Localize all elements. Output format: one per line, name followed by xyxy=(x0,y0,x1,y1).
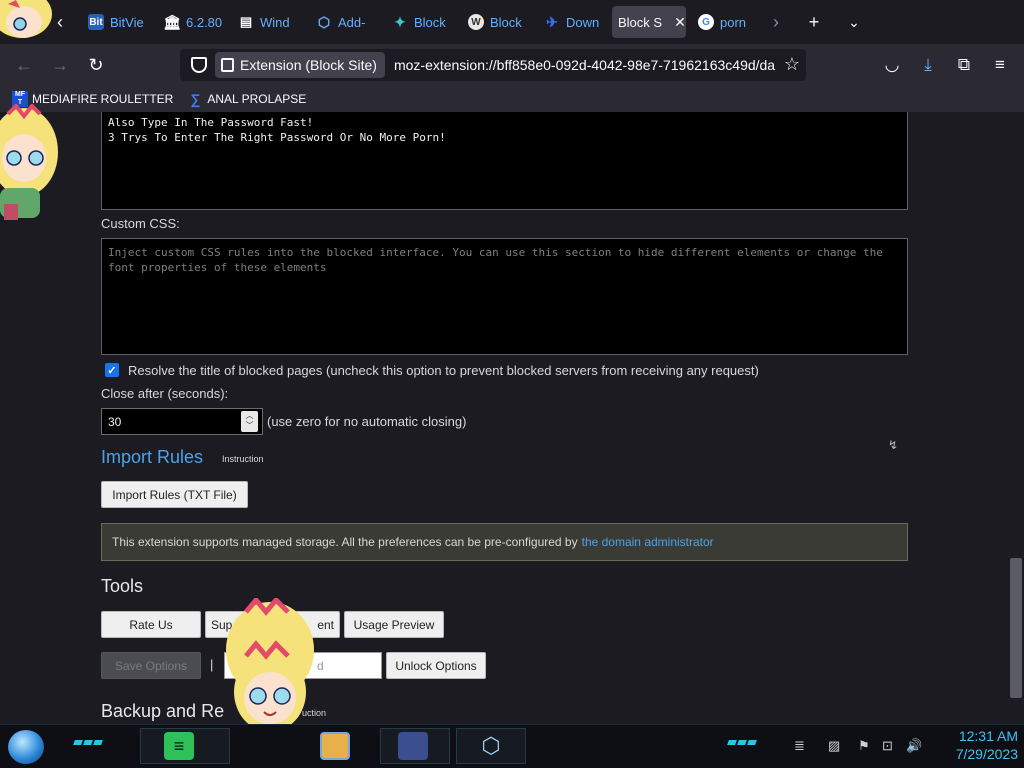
navigation-toolbar: ← → ↻ Extension (Block Site) moz-extensi… xyxy=(0,44,1024,86)
sigma-icon: ∑ xyxy=(190,91,201,107)
managed-storage-notice: This extension supports managed storage.… xyxy=(101,523,908,561)
tray-menu-icon[interactable]: ≣ xyxy=(794,738,805,754)
window-icon: ▤ xyxy=(239,14,253,29)
reload-icon[interactable]: ↻ xyxy=(84,53,108,77)
import-instruction-link[interactable]: Instruction xyxy=(222,454,264,464)
bank-icon: 🏛 xyxy=(163,13,181,30)
close-icon[interactable]: ✕ xyxy=(674,14,686,31)
extension-icon xyxy=(221,58,234,72)
custom-css-label: Custom CSS: xyxy=(101,216,180,231)
extensions-puzzle-icon[interactable]: ⧉ xyxy=(952,53,976,77)
tab-strip: ‹ Bit BitVie 🏛 6.2.80 ▤ Wind ⬡ Add- ✦ Bl… xyxy=(0,0,1024,44)
tab-label: BitVie xyxy=(110,14,144,30)
bitview-icon: Bit xyxy=(88,14,104,30)
bookmark-label: ANAL PROLAPSE xyxy=(207,92,307,106)
tab-label: 6.2.80 xyxy=(186,14,223,30)
pocket-icon[interactable]: ◡ xyxy=(880,53,904,77)
tab-label: Add- xyxy=(338,14,366,30)
tab-block-site-active[interactable]: Block S ✕ xyxy=(612,6,686,38)
custom-css-textarea[interactable]: Inject custom CSS rules into the blocked… xyxy=(101,238,908,355)
character-sticker-top-left xyxy=(0,0,52,38)
cursor-icon: ↯ xyxy=(888,438,899,452)
save-options-button[interactable]: Save Options xyxy=(101,652,201,679)
resolve-title-checkbox[interactable]: ✓ xyxy=(105,363,119,377)
bookmarks-toolbar: MF T MEDIAFIRE ROULETTER ∑ ANAL PROLAPSE xyxy=(0,86,1024,112)
tab-windows[interactable]: ▤ Wind xyxy=(232,6,296,38)
character-sticker-left xyxy=(0,104,58,220)
tab-addons[interactable]: ⬡ Add- xyxy=(310,6,372,38)
tools-heading: Tools xyxy=(101,576,144,596)
resolve-title-label: Resolve the title of blocked pages (unch… xyxy=(128,363,759,378)
spotify-app-icon[interactable]: ≡ xyxy=(164,732,194,760)
virtualbox-cube-icon[interactable]: ⬡ xyxy=(476,732,506,760)
forward-arrow-icon[interactable]: → xyxy=(48,53,72,77)
close-after-label: Close after (seconds): xyxy=(101,386,229,401)
backup-restore-heading: Backup and Re xyxy=(101,701,225,721)
rate-us-button[interactable]: Rate Us xyxy=(101,611,201,638)
tab-label: Block xyxy=(414,14,446,30)
taskbar-clock[interactable]: 12:31 AM 7/29/2023 xyxy=(928,727,1018,763)
extension-pill-label: Extension (Block Site) xyxy=(240,57,377,73)
tab-block-2[interactable]: W Block xyxy=(462,6,526,38)
import-rules-heading: Import Rules xyxy=(101,447,204,467)
tab-bitview[interactable]: Bit BitVie xyxy=(82,6,146,38)
wikipedia-icon: W xyxy=(468,14,484,30)
tab-label: Wind xyxy=(260,14,290,30)
url-bar[interactable]: Extension (Block Site) moz-extension://b… xyxy=(180,49,806,81)
hamburger-menu-icon[interactable]: ≡ xyxy=(988,53,1012,77)
domain-administrator-link[interactable]: the domain administrator xyxy=(582,535,714,549)
chevron-right-icon[interactable]: › xyxy=(764,10,788,34)
google-icon: G xyxy=(698,14,714,30)
taskbar-deco-right xyxy=(727,740,757,745)
notice-text: This extension supports managed storage.… xyxy=(112,535,578,549)
block-message-textarea[interactable]: Also Type In The Password Fast! 3 Trys T… xyxy=(101,112,908,210)
tab-list-chevron-down-icon[interactable]: ⌄ xyxy=(842,10,866,34)
unlock-options-button[interactable]: Unlock Options xyxy=(386,652,486,679)
taskbar-deco-left xyxy=(73,740,103,745)
close-after-number-input[interactable]: 30 ︿ ﹀ xyxy=(101,408,263,435)
download-icon[interactable]: ⤓ xyxy=(916,53,940,77)
scrollbar-thumb[interactable] xyxy=(1010,558,1022,698)
tab-label: porn xyxy=(720,14,747,30)
tray-network-icon[interactable]: ⊡ xyxy=(882,738,893,754)
file-explorer-icon[interactable] xyxy=(320,732,350,760)
separator: | xyxy=(210,657,214,672)
usage-preview-button[interactable]: Usage Preview xyxy=(344,611,444,638)
start-orb-icon[interactable] xyxy=(8,730,44,764)
extension-identity-pill[interactable]: Extension (Block Site) xyxy=(215,52,385,78)
bookmark-second[interactable]: ∑ ANAL PROLAPSE xyxy=(187,91,306,107)
back-arrow-icon[interactable]: ← xyxy=(12,53,36,77)
puzzle-icon: ⬡ xyxy=(317,13,331,30)
clock-date: 7/29/2023 xyxy=(955,746,1018,762)
new-tab-plus-icon[interactable]: + xyxy=(802,10,826,34)
close-after-value: 30 xyxy=(108,415,122,429)
plane-icon: ✈ xyxy=(546,13,558,30)
tab-google[interactable]: G porn xyxy=(692,6,758,38)
tab-block-1[interactable]: ✦ Block xyxy=(386,6,450,38)
clock-time: 12:31 AM xyxy=(958,728,1018,744)
tab-download[interactable]: ✈ Down xyxy=(538,6,602,38)
tab-version[interactable]: 🏛 6.2.80 xyxy=(158,6,224,38)
screen: ‹ Bit BitVie 🏛 6.2.80 ▤ Wind ⬡ Add- ✦ Bl… xyxy=(0,0,1024,768)
tab-label: Down xyxy=(566,14,600,30)
tray-flag-icon[interactable]: ⚑ xyxy=(858,738,870,754)
block-site-icon: ✦ xyxy=(394,13,406,30)
import-rules-button[interactable]: Import Rules (TXT File) xyxy=(101,481,248,508)
close-after-hint: (use zero for no automatic closing) xyxy=(267,414,467,429)
tray-volume-icon[interactable]: 🔊 xyxy=(906,738,922,754)
tab-label: Block xyxy=(490,14,522,30)
tab-label: Block S xyxy=(618,14,663,30)
number-spinner[interactable]: ︿ ﹀ xyxy=(241,411,258,432)
tray-picture-icon[interactable]: ▨ xyxy=(828,738,840,754)
bookmark-star-icon[interactable]: ☆ xyxy=(784,54,800,75)
url-text[interactable]: moz-extension://bff858e0-092d-4042-98e7-… xyxy=(394,57,786,73)
shield-icon[interactable] xyxy=(191,57,207,73)
card-app-icon[interactable] xyxy=(398,732,428,760)
